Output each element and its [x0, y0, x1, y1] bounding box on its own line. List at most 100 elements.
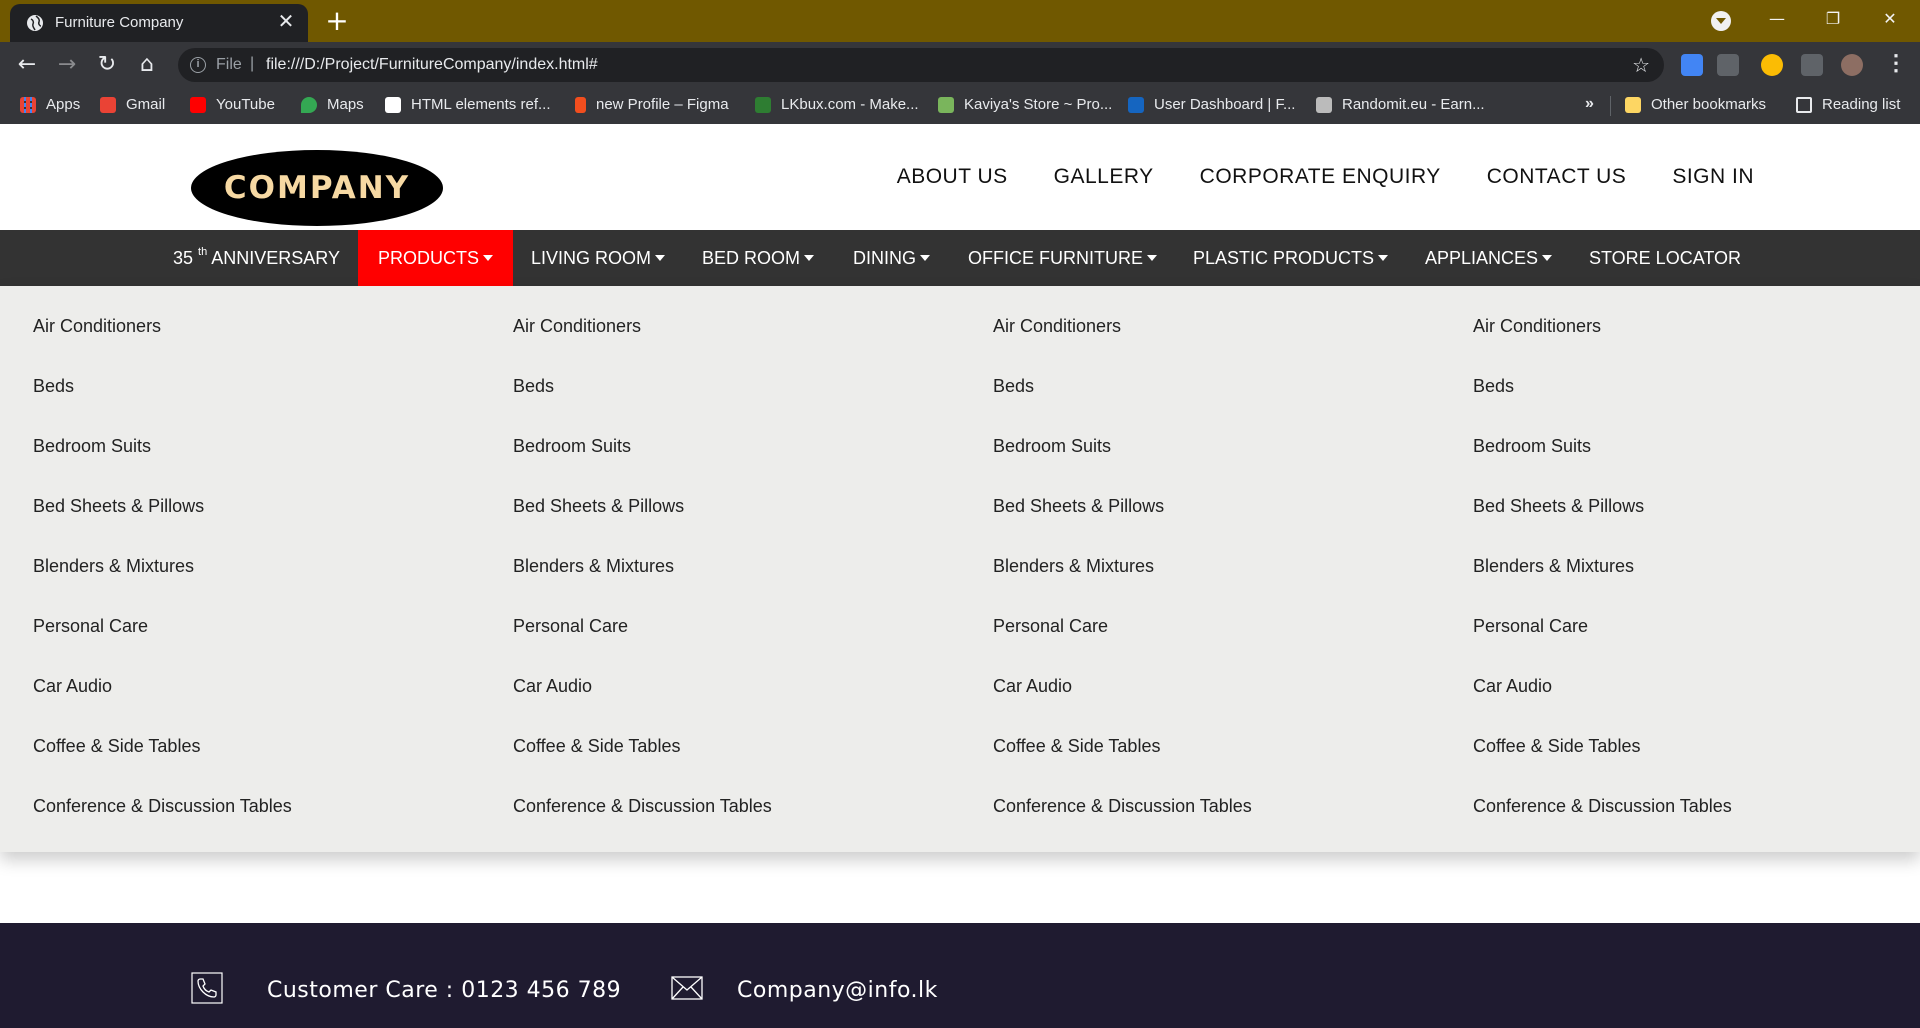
menu-item-coffee-side-tables[interactable]: Coffee & Side Tables	[33, 716, 513, 776]
email-link[interactable]: Company@info.lk	[737, 978, 938, 1003]
caret-down-icon	[1147, 255, 1157, 261]
company-logo[interactable]: COMPANY	[191, 150, 443, 226]
menu-item-bed-sheets-pillows[interactable]: Bed Sheets & Pillows	[33, 476, 513, 536]
maps-icon	[301, 96, 317, 113]
minimize-button[interactable]: —	[1749, 0, 1805, 42]
kebab-menu-icon[interactable]: ⋮	[1885, 50, 1907, 76]
bookmarks-overflow-icon[interactable]: »	[1585, 95, 1594, 113]
url-text[interactable]: file:///D:/Project/FurnitureCompany/inde…	[266, 56, 598, 74]
bookmarks-divider	[1610, 96, 1611, 116]
menu-item-beds[interactable]: Beds	[33, 356, 513, 416]
menu-item-conference-tables[interactable]: Conference & Discussion Tables	[33, 776, 513, 836]
nav-living-room[interactable]: LIVING ROOM	[511, 230, 685, 286]
home-icon[interactable]: ⌂	[132, 50, 162, 80]
menu-item-blenders-mixtures[interactable]: Blenders & Mixtures	[513, 536, 993, 596]
browser-tab[interactable]: Furniture Company ✕	[10, 4, 308, 42]
menu-item-bed-sheets-pillows[interactable]: Bed Sheets & Pillows	[1473, 476, 1920, 536]
menu-item-bed-sheets-pillows[interactable]: Bed Sheets & Pillows	[513, 476, 993, 536]
nav-office-furniture[interactable]: OFFICE FURNITURE	[948, 230, 1177, 286]
info-icon[interactable]: i	[190, 57, 206, 73]
bookmark-user-dashboard[interactable]: User Dashboard | F...	[1128, 96, 1295, 113]
menu-item-coffee-side-tables[interactable]: Coffee & Side Tables	[1473, 716, 1920, 776]
restore-button[interactable]: ❐	[1805, 0, 1861, 42]
dropbox-icon[interactable]	[1717, 54, 1739, 76]
bookmark-youtube[interactable]: YouTube	[190, 96, 275, 113]
address-bar[interactable]: i File | file:///D:/Project/FurnitureCom…	[178, 48, 1664, 82]
apps-grid-icon	[20, 96, 36, 113]
menu-item-car-audio[interactable]: Car Audio	[1473, 656, 1920, 716]
bookmark-html-ref[interactable]: HTML elements ref...	[385, 96, 550, 113]
reading-list[interactable]: Reading list	[1796, 96, 1900, 113]
nav-dining[interactable]: DINING	[833, 230, 950, 286]
bookmark-gmail[interactable]: Gmail	[100, 96, 165, 113]
reload-icon[interactable]: ↻	[92, 50, 122, 80]
nav-appliances[interactable]: APPLIANCES	[1405, 230, 1572, 286]
menu-item-blenders-mixtures[interactable]: Blenders & Mixtures	[1473, 536, 1920, 596]
tab-close-icon[interactable]: ✕	[274, 10, 298, 34]
bookmark-apps[interactable]: Apps	[20, 96, 80, 113]
phone-icon	[191, 972, 223, 1004]
back-arrow-icon[interactable]: ←	[12, 50, 42, 80]
menu-item-beds[interactable]: Beds	[1473, 356, 1920, 416]
nav-bed-room[interactable]: BED ROOM	[682, 230, 834, 286]
google-translate-icon[interactable]	[1681, 54, 1703, 76]
contact-us-link[interactable]: CONTACT US	[1487, 165, 1627, 189]
figma-icon	[575, 96, 586, 113]
menu-item-coffee-side-tables[interactable]: Coffee & Side Tables	[993, 716, 1473, 776]
menu-item-coffee-side-tables[interactable]: Coffee & Side Tables	[513, 716, 993, 776]
menu-item-personal-care[interactable]: Personal Care	[513, 596, 993, 656]
tab-search-icon[interactable]	[1711, 11, 1731, 31]
menu-item-bedroom-suits[interactable]: Bedroom Suits	[513, 416, 993, 476]
menu-item-conference-tables[interactable]: Conference & Discussion Tables	[1473, 776, 1920, 836]
menu-item-bedroom-suits[interactable]: Bedroom Suits	[1473, 416, 1920, 476]
menu-item-bedroom-suits[interactable]: Bedroom Suits	[33, 416, 513, 476]
bookmark-figma[interactable]: new Profile – Figma	[575, 96, 729, 113]
html-ref-icon	[385, 96, 401, 113]
bookmark-randomit[interactable]: Randomit.eu - Earn...	[1316, 96, 1485, 113]
menu-item-personal-care[interactable]: Personal Care	[33, 596, 513, 656]
menu-item-conference-tables[interactable]: Conference & Discussion Tables	[513, 776, 993, 836]
about-us-link[interactable]: ABOUT US	[897, 165, 1008, 189]
mega-menu-column: Air Conditioners Beds Bedroom Suits Bed …	[513, 296, 993, 836]
nav-products[interactable]: PRODUCTS	[358, 230, 514, 286]
menu-item-air-conditioners[interactable]: Air Conditioners	[993, 296, 1473, 356]
menu-item-personal-care[interactable]: Personal Care	[1473, 596, 1920, 656]
menu-item-bed-sheets-pillows[interactable]: Bed Sheets & Pillows	[993, 476, 1473, 536]
nav-anniversary[interactable]: 35 th ANNIVERSARY	[153, 230, 360, 286]
menu-item-beds[interactable]: Beds	[993, 356, 1473, 416]
menu-item-car-audio[interactable]: Car Audio	[993, 656, 1473, 716]
other-bookmarks[interactable]: Other bookmarks	[1625, 96, 1766, 113]
caret-down-icon	[1378, 255, 1389, 261]
new-tab-button[interactable]: +	[322, 6, 352, 36]
puzzle-icon[interactable]	[1801, 54, 1823, 76]
bookmark-lkbux[interactable]: LKbux.com - Make...	[755, 96, 919, 113]
menu-item-beds[interactable]: Beds	[513, 356, 993, 416]
menu-item-bedroom-suits[interactable]: Bedroom Suits	[993, 416, 1473, 476]
menu-item-blenders-mixtures[interactable]: Blenders & Mixtures	[993, 536, 1473, 596]
menu-item-personal-care[interactable]: Personal Care	[993, 596, 1473, 656]
bookmark-star-icon[interactable]: ☆	[1632, 53, 1650, 77]
menu-item-air-conditioners[interactable]: Air Conditioners	[1473, 296, 1920, 356]
corporate-enquiry-link[interactable]: CORPORATE ENQUIRY	[1200, 165, 1441, 189]
globe-icon	[27, 15, 43, 31]
caret-down-icon	[483, 255, 494, 261]
menu-item-car-audio[interactable]: Car Audio	[513, 656, 993, 716]
forward-arrow-icon[interactable]: →	[52, 50, 82, 80]
products-mega-menu: Air Conditioners Beds Bedroom Suits Bed …	[0, 286, 1920, 852]
nav-plastic-products[interactable]: PLASTIC PRODUCTS	[1173, 230, 1408, 286]
extension-icon[interactable]	[1761, 54, 1783, 76]
gallery-link[interactable]: GALLERY	[1054, 165, 1154, 189]
avatar[interactable]	[1841, 54, 1863, 76]
bookmark-kaviya-store[interactable]: Kaviya's Store ~ Pro...	[938, 96, 1112, 113]
bookmark-maps[interactable]: Maps	[301, 96, 364, 113]
menu-item-car-audio[interactable]: Car Audio	[33, 656, 513, 716]
nav-store-locator[interactable]: STORE LOCATOR	[1569, 230, 1761, 286]
randomit-icon	[1316, 96, 1332, 113]
close-window-button[interactable]: ✕	[1862, 0, 1918, 42]
caret-down-icon	[1542, 255, 1553, 261]
menu-item-air-conditioners[interactable]: Air Conditioners	[33, 296, 513, 356]
menu-item-blenders-mixtures[interactable]: Blenders & Mixtures	[33, 536, 513, 596]
sign-in-link[interactable]: SIGN IN	[1672, 165, 1754, 189]
menu-item-conference-tables[interactable]: Conference & Discussion Tables	[993, 776, 1473, 836]
menu-item-air-conditioners[interactable]: Air Conditioners	[513, 296, 993, 356]
